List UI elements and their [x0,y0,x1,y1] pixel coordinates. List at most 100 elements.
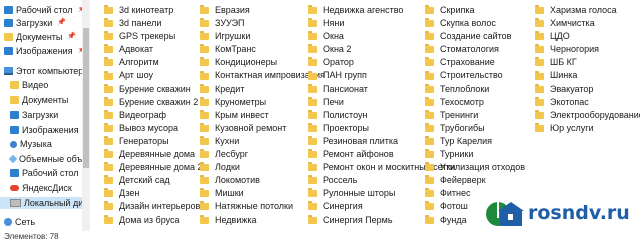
folder-item[interactable]: Лодки [200,161,325,174]
folder-name: Стоматология [440,44,499,55]
nav-item[interactable]: Документы 📌 [4,31,76,43]
nav-item[interactable]: Видео [10,79,48,91]
nav-item[interactable]: Музыка [10,138,52,150]
folder-name: Арт шоу [119,70,154,81]
nav-item-label: Рабочий стол [22,168,79,178]
folder-item[interactable]: Крым инвест [200,109,325,122]
folder-name: Вывоз мусора [119,122,178,133]
folder-item[interactable]: 3d панели [104,17,203,30]
folder-item[interactable]: Бурение скважин 2 [104,96,203,109]
folder-item[interactable]: Тренинги [425,109,525,122]
folder-item[interactable]: ЗУУЭП [200,17,325,30]
folder-name: Ремонт айфонов [323,149,394,160]
folder-item[interactable]: Евразия [200,4,325,17]
folder-item[interactable]: Электрооборудование [535,109,640,122]
nav-item[interactable]: Сеть [4,216,35,228]
folder-item[interactable]: Экотопас [535,96,640,109]
folder-item[interactable]: Фейерверк [425,174,525,187]
folder-name: Няни [323,18,345,29]
folder-item[interactable]: Деревянные дома [104,148,203,161]
folder-name: ШБ КГ [550,57,577,68]
desktop-folder-icon [10,169,19,177]
folder-name: Утилизация отходов [440,162,526,173]
folder-icon [308,188,317,198]
folder-item[interactable]: Теплоблоки [425,83,525,96]
nav-item[interactable]: Загрузки 📌 [4,17,66,29]
folder-item[interactable]: Арт шоу [104,69,203,82]
nav-scrollbar[interactable] [82,0,90,235]
folder-item[interactable]: ШБ КГ [535,56,640,69]
folder-icon [308,96,317,106]
nav-item[interactable]: Рабочий стол [10,167,79,179]
folder-name: Алгоритм [119,57,159,68]
nav-item[interactable]: Изображения [10,124,79,136]
folder-item[interactable]: Недвижка [200,214,325,227]
folder-item[interactable]: Скрипка [425,4,525,17]
folder-item[interactable]: 3d кинотеатр [104,4,203,17]
folder-item[interactable]: Алгоритм [104,56,203,69]
folder-item[interactable]: Натяжные потолки [200,200,325,213]
folder-name: ЦДО [550,31,570,42]
nav-item[interactable]: Этот компьютер [4,65,82,77]
folder-item[interactable]: Создание сайтов [425,30,525,43]
folder-item[interactable]: Дизайн интерьеров [104,200,203,213]
folder-item[interactable]: Черногория [535,43,640,56]
folder-item[interactable]: Скупка волос [425,17,525,30]
folder-item[interactable]: Харизма голоса [535,4,640,17]
folder-item[interactable]: Техосмотр [425,96,525,109]
folder-item[interactable]: Детский сад [104,174,203,187]
folder-item[interactable]: Мишки [200,187,325,200]
folder-item[interactable]: Локомотив [200,174,325,187]
folder-item[interactable]: Химчистка [535,17,640,30]
folder-item[interactable]: Генераторы [104,135,203,148]
folder-icon [104,96,113,106]
folder-item[interactable]: КомТранс [200,43,325,56]
folder-item[interactable]: Дома из бруса [104,214,203,227]
folder-name: Крым инвест [215,109,269,120]
folder-item[interactable]: Стоматология [425,43,525,56]
folder-item[interactable]: Кредит [200,83,325,96]
folder-item[interactable]: Кузовной ремонт [200,122,325,135]
folder-name: Эвакуатор [550,83,594,94]
folder-item[interactable]: Вывоз мусора [104,122,203,135]
folder-item[interactable]: Деревянные дома 2 [104,161,203,174]
folder-item[interactable]: Крунометры [200,96,325,109]
nav-item[interactable]: Загрузки [10,109,58,121]
folder-item[interactable]: Трубогибы [425,122,525,135]
nav-item[interactable]: Локальный дис [0,197,82,209]
nav-scrollbar-thumb[interactable] [83,28,89,168]
folder-item[interactable]: Утилизация отходов [425,161,525,174]
folder-name: Скупка волос [440,18,496,29]
folder-item[interactable]: Лесбург [200,148,325,161]
folder-item[interactable]: Турники [425,148,525,161]
nav-item[interactable]: Изображения 📌 [4,45,82,57]
folder-item[interactable]: Бурение скважин [104,83,203,96]
folder-name: Синергия [323,201,363,212]
folder-name: Лесбург [215,149,249,160]
folder-icon [200,5,209,15]
nav-item[interactable]: ЯндексДиск [10,182,72,194]
folder-item[interactable]: Юр услуги [535,122,640,135]
folder-icon [200,96,209,106]
folder-item[interactable]: Контактная импровизация [200,69,325,82]
folder-item[interactable]: ЦДО [535,30,640,43]
folder-item[interactable]: Адвокат [104,43,203,56]
folder-item[interactable]: Кондиционеры [200,56,325,69]
folder-name: Пансионат [323,83,368,94]
folder-item[interactable]: Дзен [104,187,203,200]
folder-name: Теплоблоки [440,83,490,94]
folder-name: Генераторы [119,135,169,146]
folder-item[interactable]: Строительство [425,69,525,82]
folder-item[interactable]: Страхование [425,56,525,69]
folder-item[interactable]: Видеограф [104,109,203,122]
nav-item[interactable]: Документы [10,94,68,106]
folder-item[interactable]: Шинка [535,69,640,82]
nav-item-label: Изображения [16,46,73,56]
nav-item[interactable]: Рабочий стол 📌 [4,4,82,16]
folder-item[interactable]: Игрушки [200,30,325,43]
folder-item[interactable]: Тур Карелия [425,135,525,148]
folder-item[interactable]: Кухни [200,135,325,148]
folder-item[interactable]: GPS трекеры [104,30,203,43]
folder-item[interactable]: Эвакуатор [535,83,640,96]
nav-item[interactable]: Объемные объ [8,153,82,165]
